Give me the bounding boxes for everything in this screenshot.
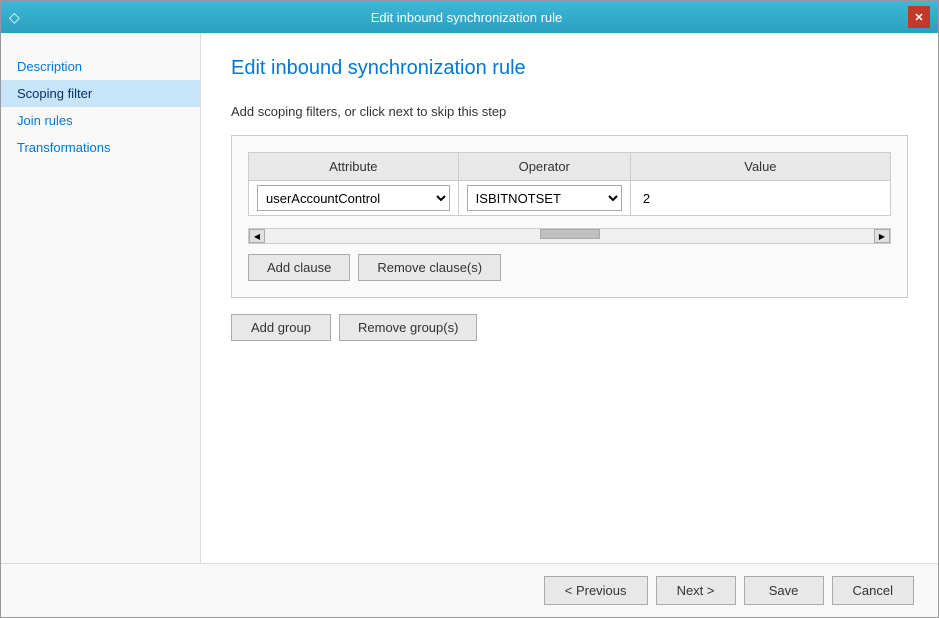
- previous-button[interactable]: < Previous: [544, 576, 648, 605]
- group-buttons: Add group Remove group(s): [231, 314, 908, 341]
- add-clause-button[interactable]: Add clause: [248, 254, 350, 281]
- close-button[interactable]: ✕: [908, 6, 930, 28]
- scroll-thumb[interactable]: [540, 229, 600, 239]
- cancel-button[interactable]: Cancel: [832, 576, 914, 605]
- remove-clause-button[interactable]: Remove clause(s): [358, 254, 501, 281]
- operator-cell: ISBITNOTSET: [458, 181, 630, 216]
- scroll-right-btn[interactable]: ▶: [874, 229, 890, 243]
- window-controls: ✕: [908, 6, 930, 28]
- filter-group-box: Attribute Operator Value userAccountCont…: [231, 135, 908, 298]
- operator-select[interactable]: ISBITNOTSET: [467, 185, 622, 211]
- next-button[interactable]: Next >: [656, 576, 736, 605]
- table-row: userAccountControl ISBITNOTSET: [249, 181, 891, 216]
- main-content: Edit inbound synchronization rule Add sc…: [201, 33, 938, 563]
- col-attribute: Attribute: [249, 153, 459, 181]
- value-input[interactable]: [639, 189, 882, 208]
- save-button[interactable]: Save: [744, 576, 824, 605]
- filter-table: Attribute Operator Value userAccountCont…: [248, 152, 891, 216]
- sidebar-item-join-rules[interactable]: Join rules: [1, 107, 200, 134]
- scroll-left-btn[interactable]: ◀: [249, 229, 265, 243]
- clause-buttons: Add clause Remove clause(s): [248, 254, 891, 281]
- main-window: ◇ Edit inbound synchronization rule ✕ De…: [0, 0, 939, 618]
- attribute-select[interactable]: userAccountControl: [257, 185, 450, 211]
- window-icon: ◇: [9, 9, 25, 25]
- col-operator: Operator: [458, 153, 630, 181]
- sidebar-item-description[interactable]: Description: [1, 53, 200, 80]
- footer: < Previous Next > Save Cancel: [1, 563, 938, 617]
- window-title: Edit inbound synchronization rule: [25, 10, 908, 25]
- sidebar-item-scoping-filter[interactable]: Scoping filter: [1, 80, 200, 107]
- col-value: Value: [630, 153, 890, 181]
- page-title: Edit inbound synchronization rule: [231, 57, 908, 80]
- value-cell: [630, 181, 890, 216]
- remove-group-button[interactable]: Remove group(s): [339, 314, 477, 341]
- horizontal-scrollbar[interactable]: ◀ ▶: [248, 228, 891, 244]
- scroll-track[interactable]: [265, 229, 874, 243]
- content-area: Description Scoping filter Join rules Tr…: [1, 33, 938, 563]
- instruction-text: Add scoping filters, or click next to sk…: [231, 104, 908, 119]
- sidebar-item-transformations[interactable]: Transformations: [1, 134, 200, 161]
- sidebar: Description Scoping filter Join rules Tr…: [1, 33, 201, 563]
- add-group-button[interactable]: Add group: [231, 314, 331, 341]
- title-bar: ◇ Edit inbound synchronization rule ✕: [1, 1, 938, 33]
- attribute-cell: userAccountControl: [249, 181, 459, 216]
